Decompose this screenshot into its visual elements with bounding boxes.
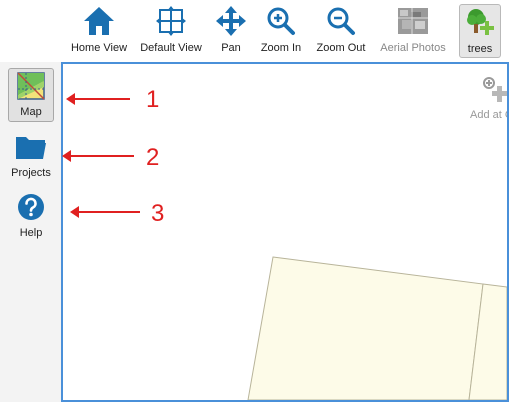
sidebar-item-map[interactable]: Map [8,68,54,122]
pan-icon [216,4,246,38]
default-view-button[interactable]: Default View [138,4,204,58]
map-canvas[interactable]: Add at G [61,62,509,402]
parcel-layer [247,256,507,400]
pan-button[interactable]: Pan [212,4,250,58]
folder-icon [15,130,47,164]
toolbar: Home View Default View Pan Zoom In Zoom … [0,0,509,62]
sidebar-item-projects[interactable]: Projects [8,130,54,184]
trees-icon [464,5,496,39]
zoom-in-button[interactable]: Zoom In [258,4,304,58]
add-at-gps-button[interactable]: Add at G [470,76,507,121]
default-view-icon [156,4,186,38]
annotation-arrow-3 [70,206,140,218]
add-location-icon [482,76,507,102]
annotation-number-2: 2 [146,144,160,171]
annotation-number-3: 3 [151,200,165,227]
annotation-arrow-1 [66,93,130,105]
map-icon [16,69,46,103]
trees-button[interactable]: trees [459,4,501,58]
annotation-arrow-2 [62,150,134,162]
home-view-button[interactable]: Home View [68,4,130,58]
sidebar: Map Projects Help [0,62,61,402]
parcel-shape[interactable] [247,256,484,400]
aerial-photo-icon [397,4,429,38]
annotation-number-1: 1 [146,86,160,113]
zoom-in-icon [266,4,296,38]
zoom-out-button[interactable]: Zoom Out [314,4,368,58]
help-icon [16,190,46,224]
aerial-photos-button[interactable]: Aerial Photos [378,4,448,58]
add-at-gps-label: Add at G [470,109,507,121]
zoom-out-icon [326,4,356,38]
sidebar-item-help[interactable]: Help [8,190,54,244]
home-icon [82,4,116,38]
